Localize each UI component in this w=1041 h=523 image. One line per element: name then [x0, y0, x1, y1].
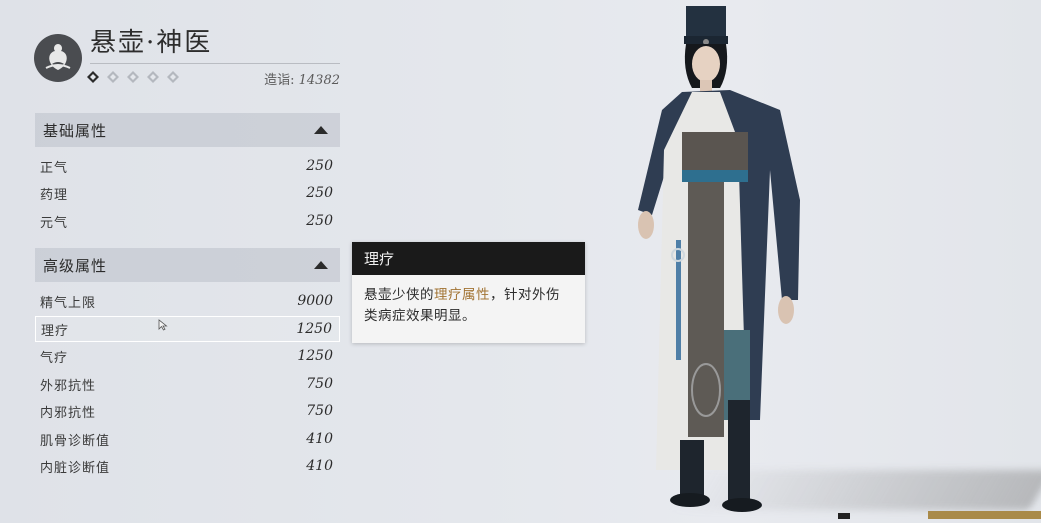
- attribute-name: 理疗: [41, 323, 70, 339]
- mouse-cursor-icon: [158, 316, 168, 335]
- rank-pips: [86, 70, 180, 84]
- button-hint-icon[interactable]: [838, 513, 850, 519]
- school-emblem-icon: [34, 34, 82, 82]
- attribute-name: 药理: [40, 187, 69, 203]
- attribute-name: 内脏诊断值: [40, 460, 111, 476]
- attribute-row[interactable]: 外邪抗性 750: [35, 371, 340, 397]
- tooltip-text-before: 悬壶少侠的: [364, 287, 434, 303]
- attribute-value: 1250: [297, 348, 333, 364]
- attribute-row[interactable]: 内邪抗性 750: [35, 398, 340, 424]
- attribute-value: 250: [306, 158, 333, 174]
- attribute-row[interactable]: 元气 250: [35, 208, 340, 234]
- attribute-value: 9000: [297, 293, 333, 309]
- mastery-score: 造诣: 14382: [264, 69, 340, 88]
- attribute-value: 250: [306, 185, 333, 201]
- attribute-name: 精气上限: [40, 295, 97, 311]
- attribute-value: 750: [306, 403, 333, 419]
- advanced-attributes-header[interactable]: 高级属性: [35, 248, 340, 282]
- attribute-row[interactable]: 精气上限 9000: [35, 288, 340, 314]
- attribute-value: 410: [306, 431, 333, 447]
- attribute-name: 肌骨诊断值: [40, 433, 111, 449]
- attribute-name: 外邪抗性: [40, 378, 97, 394]
- character-title: 悬壶·神医: [90, 28, 213, 58]
- attribute-value: 410: [306, 458, 333, 474]
- attribute-name: 正气: [40, 160, 69, 176]
- attribute-row[interactable]: 内脏诊断值 410: [35, 453, 340, 479]
- attribute-row-selected[interactable]: 理疗 1250: [35, 316, 340, 342]
- attribute-tooltip: 理疗 悬壶少侠的理疗属性，针对外伤类病症效果明显。: [352, 242, 585, 343]
- attribute-row[interactable]: 药理 250: [35, 180, 340, 206]
- diamond-icon: [106, 70, 120, 84]
- attribute-name: 元气: [40, 215, 69, 231]
- attribute-name: 气疗: [40, 350, 69, 366]
- basic-attributes-header[interactable]: 基础属性: [35, 113, 340, 147]
- score-label: 造诣:: [264, 73, 295, 88]
- tooltip-description: 悬壶少侠的理疗属性，针对外伤类病症效果明显。: [352, 275, 585, 337]
- collapse-arrow-icon[interactable]: [314, 261, 328, 269]
- collapse-arrow-icon[interactable]: [314, 126, 328, 134]
- attribute-row[interactable]: 肌骨诊断值 410: [35, 426, 340, 452]
- attribute-value: 250: [306, 213, 333, 229]
- title-divider: [90, 63, 340, 64]
- section-title: 高级属性: [43, 256, 108, 275]
- diamond-icon: [126, 70, 140, 84]
- confirm-button[interactable]: [928, 511, 1041, 519]
- attribute-value: 750: [306, 376, 333, 392]
- attribute-row[interactable]: 气疗 1250: [35, 343, 340, 369]
- filled-diamond-icon: [86, 70, 100, 84]
- diamond-icon: [166, 70, 180, 84]
- diamond-icon: [146, 70, 160, 84]
- tooltip-highlight: 理疗属性: [434, 287, 490, 303]
- score-value: 14382: [298, 73, 340, 88]
- attribute-name: 内邪抗性: [40, 405, 97, 421]
- tooltip-title: 理疗: [352, 242, 585, 275]
- section-title: 基础属性: [43, 121, 108, 140]
- attribute-row[interactable]: 正气 250: [35, 153, 340, 179]
- attribute-value: 1250: [296, 321, 332, 337]
- character-model[interactable]: [620, 0, 820, 519]
